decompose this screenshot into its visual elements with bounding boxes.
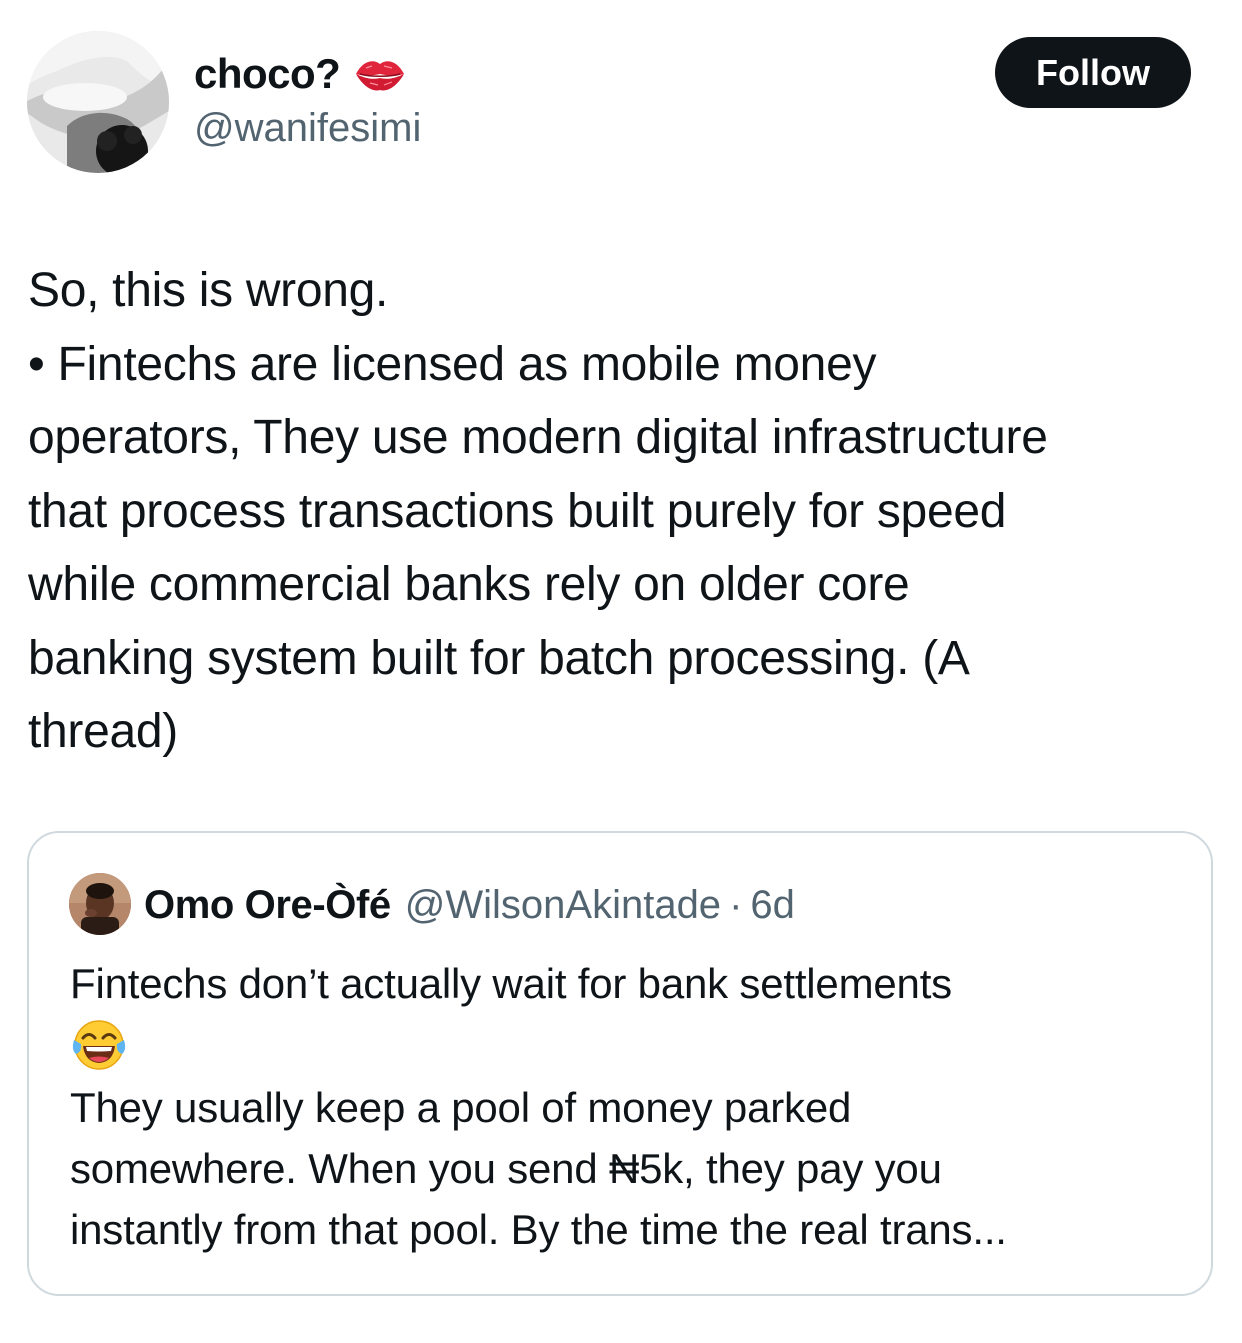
separator-dot: · xyxy=(729,882,743,927)
author-display-name[interactable]: choco? xyxy=(194,50,341,98)
tweet-line: So, this is wrong. xyxy=(28,264,389,317)
quoted-tweet-timestamp[interactable]: 6d xyxy=(750,883,795,928)
tweet-line: thread) xyxy=(28,705,178,758)
quoted-author-avatar[interactable] xyxy=(69,873,131,935)
quoted-tweet-line: They usually keep a pool of money parked xyxy=(70,1084,852,1131)
tweet-line: banking system built for batch processin… xyxy=(28,631,970,685)
tweet-line: operators, They use modern digital infra… xyxy=(28,411,1048,464)
tears-of-joy-icon xyxy=(70,1016,128,1074)
tweet-line: that process transactions built purely f… xyxy=(28,484,1007,538)
quoted-tweet-line: somewhere. When you send ₦5k, they pay y… xyxy=(70,1145,942,1192)
tweet-line: while commercial banks rely on older cor… xyxy=(28,558,910,611)
quoted-tweet-header: Omo Ore-Òfé @WilsonAkintade · 6d xyxy=(144,877,795,933)
author-name-row[interactable]: choco? xyxy=(194,44,408,104)
quoted-tweet-line: Fintechs don’t actually wait for bank se… xyxy=(70,960,952,1007)
quoted-tweet-text: Fintechs don’t actually wait for bank se… xyxy=(70,953,1190,1260)
quoted-author-display-name[interactable]: Omo Ore-Òfé xyxy=(144,883,391,928)
tweet-line: • Fintechs are licensed as mobile money xyxy=(28,337,877,391)
follow-button[interactable]: Follow xyxy=(995,37,1191,108)
quoted-tweet-card[interactable]: Omo Ore-Òfé @WilsonAkintade · 6d Fintech… xyxy=(27,831,1213,1296)
quoted-tweet-line: instantly from that pool. By the time th… xyxy=(70,1206,1007,1253)
tweet-text: So, this is wrong. • Fintechs are licens… xyxy=(28,254,1223,769)
author-avatar[interactable] xyxy=(27,31,169,173)
kiss-mark-icon xyxy=(352,54,408,94)
quoted-author-handle[interactable]: @WilsonAkintade xyxy=(405,883,721,928)
author-handle[interactable]: @wanifesimi xyxy=(194,106,421,151)
